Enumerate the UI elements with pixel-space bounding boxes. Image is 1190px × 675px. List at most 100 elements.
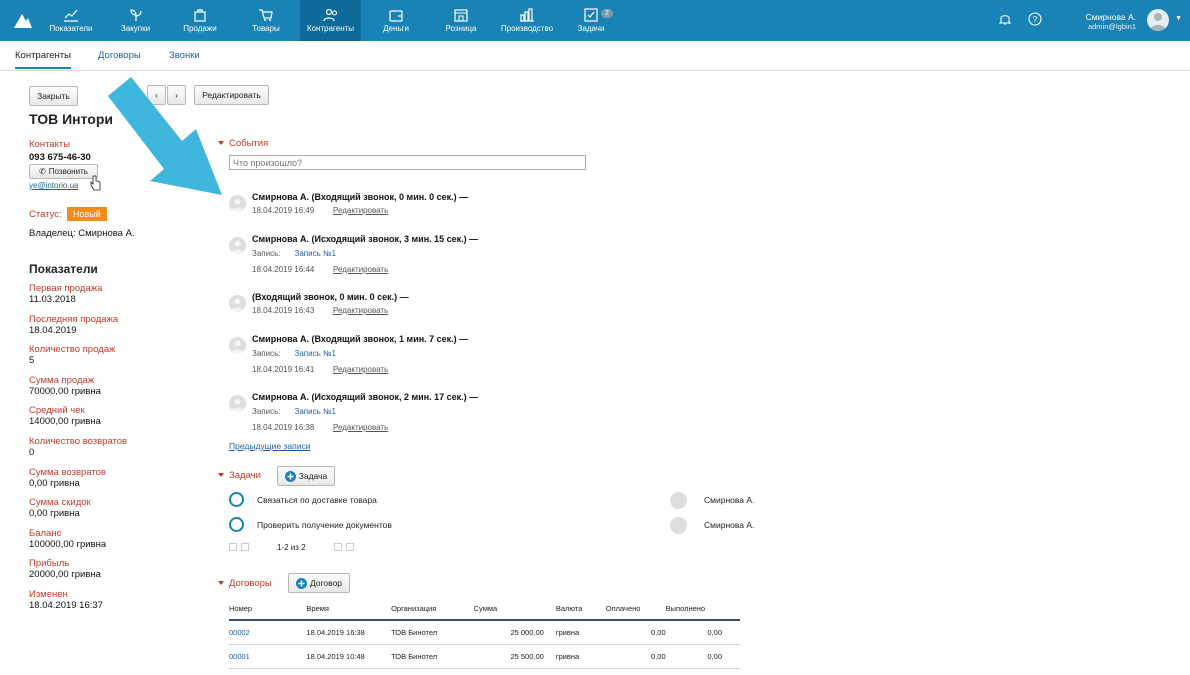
app-logo-icon[interactable] [13,11,33,29]
event-author-avatar [229,237,246,254]
nav-item-tasks[interactable]: Задачи [571,0,611,41]
pager-text: 1-2 из 2 [277,543,306,552]
email-link[interactable]: ye@intorio.ua [29,181,78,190]
column-header[interactable]: Время [306,600,392,621]
pager-prev-button[interactable] [241,543,249,551]
call-button-label: Позвонить [48,167,88,176]
tasks-section-title[interactable]: Задачи [218,470,261,481]
record-link[interactable]: Запись №1 [294,249,336,258]
event-edit-link[interactable]: Редактировать [333,423,388,432]
record-label: Запись: [252,249,281,258]
table-cell: ТОВ Бинотел [391,644,474,669]
pager-first-button[interactable] [229,543,237,551]
event-edit-link[interactable]: Редактировать [333,306,388,315]
user-info[interactable]: Смирнова А. admin@lgbin1 [1086,12,1136,32]
previous-records-link[interactable]: Предыдущие записи [229,441,310,451]
nav-label: Задачи [577,24,605,33]
indicator-value: 70000,00 гривна [29,385,101,397]
plus-circle-icon [295,577,307,589]
event-input[interactable] [229,155,586,170]
close-button[interactable]: Закрыть [29,86,78,106]
chevron-down-icon[interactable]: ▼ [1175,15,1182,22]
nav-item-money[interactable]: Деньги [374,0,418,41]
indicator-value: 100000,00 гривна [29,538,107,550]
next-record-button[interactable]: › [167,85,186,105]
table-cell: гривна [543,620,606,645]
indicator-value: 20000,00 гривна [29,569,101,581]
add-contract-button[interactable]: Договор [288,573,350,593]
column-header[interactable]: Выполнено [665,600,740,621]
event-title: Смирнова А. (Входящий звонок, 1 мин. 7 с… [252,334,469,344]
indicator-label: Количество возвратов [29,436,128,447]
contracts-table: Номер Время Организация Сумма Валюта Опл… [229,600,740,669]
user-avatar[interactable] [1147,9,1169,31]
help-icon[interactable]: ? [1028,12,1042,26]
owner-row: Владелец: Смирнова А. [29,228,135,239]
column-header[interactable]: Валюта [543,600,606,621]
nav-item-goods[interactable]: Товары [244,0,288,41]
event-edit-link[interactable]: Редактировать [333,206,388,215]
nav-label: Показатели [49,24,93,33]
table-header-row: Номер Время Организация Сумма Валюта Опл… [229,600,740,621]
call-button[interactable]: ✆ Позвонить [29,164,98,179]
status-badge[interactable]: Новый [67,207,107,221]
event-edit-link[interactable]: Редактировать [333,265,388,274]
prev-record-button[interactable]: ‹ [147,85,166,105]
nav-item-purchases[interactable]: Закупки [113,0,158,41]
nav-item-counterparties[interactable]: Контрагенты [300,0,361,41]
nav-label: Товары [252,24,280,33]
pager-last-button[interactable] [346,543,354,551]
column-header[interactable]: Оплачено [605,600,666,621]
table-cell: гривна [543,644,606,669]
sub-tabs: Контрагенты Договоры Звонки [0,41,1190,71]
nav-item-indicators[interactable]: Показатели [48,0,94,41]
pager-next-button[interactable] [334,543,342,551]
event-title: (Входящий звонок, 0 мин. 0 сек.) — [252,292,409,302]
table-row[interactable]: 00001 18.04.2019 10:48 ТОВ Бинотел 25 50… [229,644,740,669]
task-text[interactable]: Проверить получение документов [257,520,392,530]
tasks-title-text: Задачи [229,470,261,481]
column-header[interactable]: Сумма [473,600,544,621]
indicator-label: Первая продажа [29,283,103,294]
event-title: Смирнова А. (Входящий звонок, 0 мин. 0 с… [252,192,469,202]
event-edit-link[interactable]: Редактировать [333,365,388,374]
sprout-icon [129,9,142,21]
indicator-label: Последняя продажа [29,313,119,325]
add-task-button[interactable]: Задача [277,466,335,486]
owner-label: Владелец: [29,228,76,239]
nav-item-sales[interactable]: Продажи [178,0,222,41]
tasks-count-badge: 2 [601,9,613,18]
bell-icon[interactable] [998,12,1012,26]
indicators-title: Показатели [29,262,98,276]
edit-button[interactable]: Редактировать [194,85,269,105]
tab-calls[interactable]: Звонки [169,50,200,61]
hand-cursor-icon [90,175,101,191]
record-link[interactable]: Запись №1 [294,407,336,416]
contracts-section-title[interactable]: Договоры [218,578,272,589]
table-row[interactable]: 00002 18.04.2019 16:38 ТОВ Бинотел 25 00… [229,620,740,645]
events-section-title[interactable]: События [218,138,268,149]
task-complete-toggle[interactable] [229,492,244,507]
table-cell: 0,00 [605,644,666,669]
chart-line-icon [64,9,78,22]
task-complete-toggle[interactable] [229,517,244,532]
indicator-value: 0 [29,447,35,458]
contract-number-link[interactable]: 00001 [229,652,250,661]
table-cell: 0,00 [665,644,740,669]
nav-item-retail[interactable]: Розница [438,0,484,41]
event-timestamp: 18.04.2019 16:44 [252,265,315,274]
nav-item-production[interactable]: Производство [498,0,556,41]
column-header[interactable]: Организация [391,600,474,621]
phone-number[interactable]: 093 675-46-30 [29,152,91,163]
tab-counterparties[interactable]: Контрагенты [15,50,71,69]
nav-label: Закупки [120,24,151,33]
column-header[interactable]: Номер [229,600,307,621]
tab-contracts[interactable]: Договоры [98,50,141,61]
event-author-avatar [229,195,246,212]
record-link[interactable]: Запись №1 [294,349,336,358]
contract-number-link[interactable]: 00002 [229,628,250,637]
indicator-value: 11.03.2018 [29,294,76,305]
task-text[interactable]: Связаться по доставке товара [257,495,377,505]
wallet-icon [389,10,403,22]
indicator-label: Изменен [29,589,68,600]
